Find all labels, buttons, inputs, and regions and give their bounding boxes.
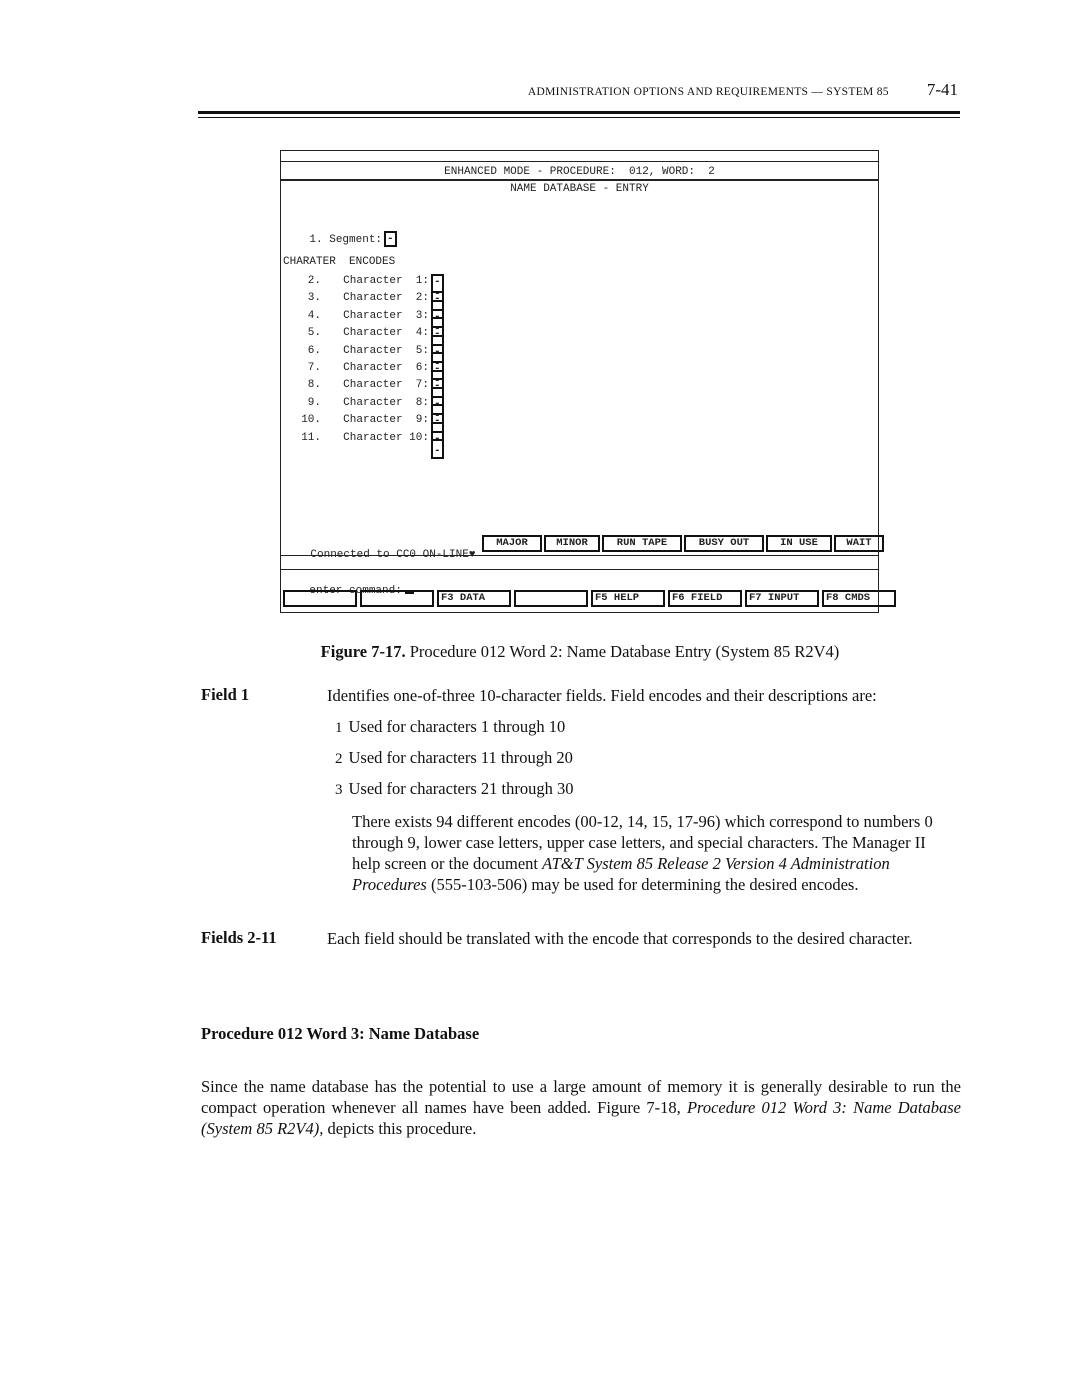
divider [281, 555, 878, 556]
character-row-number: 6. [307, 344, 321, 357]
fkey-f2[interactable] [360, 590, 434, 607]
divider [281, 569, 878, 570]
character-row-number: 4. [307, 309, 321, 322]
character-row-label: Character 2: [343, 292, 429, 305]
fkey-f8-cmds[interactable]: F8 CMDS [822, 590, 896, 607]
indicator-busy-out[interactable]: BUSY OUT [684, 535, 764, 552]
figure-caption: Figure 7-17. Procedure 012 Word 2: Name … [0, 642, 1080, 662]
character-row-number: 8. [307, 379, 321, 392]
note-text: (555-103-506) may be used for determinin… [426, 875, 859, 894]
status-indicators: MAJOR MINOR RUN TAPE BUSY OUT IN USE WAI… [482, 535, 886, 552]
fields2-11-label: Fields 2-11 [201, 928, 277, 947]
character-row-label: Character 10: [343, 431, 429, 444]
encode-desc: Used for characters 21 through 30 [348, 779, 574, 798]
character-row-label: Character 8: [343, 396, 429, 409]
field1-label: Field 1 [201, 685, 250, 704]
character-row-number: 11. [301, 431, 321, 444]
encode-code: 1 [335, 720, 343, 736]
fields2-11-text: Each field should be translated with the… [327, 929, 913, 948]
encodes-heading: CHARATER ENCODES [283, 256, 396, 268]
fkey-f3-data[interactable]: F3 DATA [437, 590, 511, 607]
segment-number: 1. [309, 233, 323, 246]
header-rule-thick [198, 111, 960, 114]
fkey-f4[interactable] [514, 590, 588, 607]
figure-number: Figure 7-17. [320, 642, 406, 661]
character-row-number: 3. [307, 292, 321, 305]
indicator-minor[interactable]: MINOR [544, 535, 600, 552]
indicator-run-tape[interactable]: RUN TAPE [602, 535, 682, 552]
character-row-label: Character 5: [343, 344, 429, 357]
character-row-number: 10. [301, 414, 321, 427]
field1-intro: Identifies one-of-three 10-character fie… [327, 686, 877, 705]
indicator-major[interactable]: MAJOR [482, 535, 542, 552]
indicator-wait[interactable]: WAIT [834, 535, 884, 552]
encode-item: 1 Used for characters 1 through 10 [335, 717, 565, 737]
encode-desc: Used for characters 1 through 10 [348, 717, 566, 736]
header-rule-thin [198, 117, 960, 118]
character-row-number: 2. [307, 275, 321, 287]
encode-code: 3 [335, 782, 343, 798]
character-encode-input[interactable]: -- [431, 430, 444, 459]
running-head: ADMINISTRATION OPTIONS AND REQUIREMENTS … [0, 80, 958, 100]
running-head-title: ADMINISTRATION OPTIONS AND REQUIREMENTS … [527, 86, 889, 98]
terminal-header-line: ENHANCED MODE - PROCEDURE: 012, WORD: 2 [444, 166, 715, 178]
encode-item: 2 Used for characters 11 through 20 [335, 748, 573, 768]
character-row-label: Character 3: [343, 309, 429, 322]
character-row-label: Character 6: [343, 362, 429, 374]
character-row-label: Character 1: [343, 275, 429, 287]
terminal-screen: ENHANCED MODE - PROCEDURE: 012, WORD: 2 … [280, 150, 896, 613]
encode-desc: Used for characters 11 through 20 [348, 748, 573, 767]
section-heading: Procedure 012 Word 3: Name Database [201, 1024, 480, 1043]
divider [281, 161, 878, 162]
fkey-f1[interactable] [283, 590, 357, 607]
character-row-label: Character 4: [343, 327, 429, 340]
para-text: depicts this procedure. [323, 1119, 477, 1138]
fkey-f7-input[interactable]: F7 INPUT [745, 590, 819, 607]
character-row-label: Character 9: [343, 414, 429, 427]
segment-input[interactable]: - [384, 231, 397, 247]
section-paragraph: Since the name database has the potentia… [201, 1076, 961, 1139]
character-row-number: 7. [307, 362, 321, 374]
fkey-f6-field[interactable]: F6 FIELD [668, 590, 742, 607]
segment-label: Segment: [329, 233, 383, 246]
encode-code: 2 [335, 751, 343, 767]
divider [281, 179, 878, 181]
character-row-label: Character 7: [343, 379, 429, 392]
terminal-subtitle: NAME DATABASE - ENTRY [510, 183, 649, 195]
character-row-number: 9. [307, 396, 321, 409]
indicator-in-use[interactable]: IN USE [766, 535, 832, 552]
page-number: 7-41 [926, 80, 958, 99]
encode-item: 3 Used for characters 21 through 30 [335, 779, 573, 799]
figure-title: Procedure 012 Word 2: Name Database Entr… [409, 642, 840, 661]
encodes-note: There exists 94 different encodes (00-12… [352, 811, 942, 895]
segment-field-row: 1. Segment: - [283, 219, 397, 259]
function-key-bar: F3 DATA F5 HELP F6 FIELD F7 INPUT F8 CMD… [283, 590, 899, 607]
fkey-f5-help[interactable]: F5 HELP [591, 590, 665, 607]
character-row-number: 5. [307, 327, 321, 340]
